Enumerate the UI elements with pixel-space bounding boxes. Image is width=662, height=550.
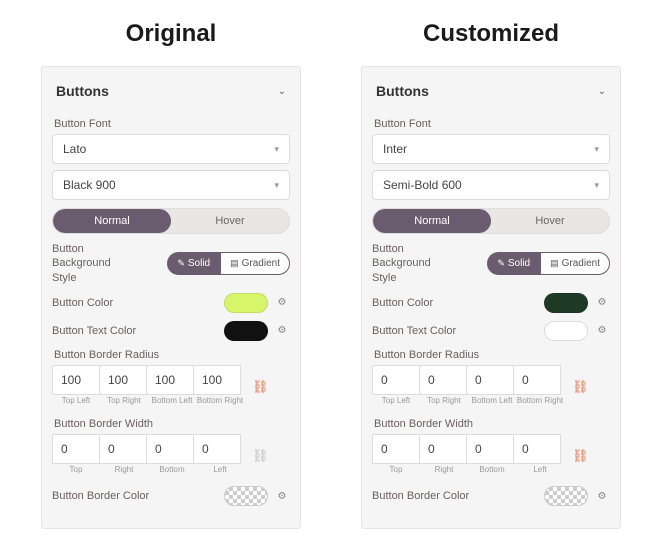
- width-bottom[interactable]: [466, 434, 514, 464]
- radius-inputs: [372, 365, 564, 395]
- customized-title: Customized: [361, 20, 621, 48]
- panel-title: Buttons: [376, 83, 429, 99]
- dropdown-arrow-icon: ▾: [274, 180, 279, 191]
- border-color-swatch[interactable]: [544, 486, 588, 506]
- bg-style-pills: ✎Solid ▤Gradient: [487, 252, 610, 275]
- text-color-label: Button Text Color: [52, 324, 136, 338]
- border-color-label: Button Border Color: [372, 489, 469, 503]
- unlink-icon[interactable]: ⛓: [252, 448, 269, 464]
- width-label: Button Border Width: [374, 418, 608, 430]
- customized-column: Customized Buttons ⌄ Button Font Inter ▾…: [361, 20, 621, 529]
- font-weight-select[interactable]: Semi-Bold 600 ▾: [372, 170, 610, 200]
- original-column: Original Buttons ⌄ Button Font Lato ▾ Bl…: [41, 20, 301, 529]
- width-top[interactable]: [52, 434, 100, 464]
- text-color-swatch[interactable]: [224, 321, 268, 341]
- width-inputs: [372, 434, 564, 464]
- width-inputs: [52, 434, 244, 464]
- font-family-value: Lato: [63, 142, 86, 156]
- button-color-label: Button Color: [372, 296, 433, 310]
- radius-br[interactable]: [513, 365, 561, 395]
- radius-tr[interactable]: [419, 365, 467, 395]
- width-bottom[interactable]: [146, 434, 194, 464]
- radius-tr[interactable]: [99, 365, 147, 395]
- width-left[interactable]: [193, 434, 241, 464]
- pencil-icon: ✎: [497, 258, 505, 269]
- dropdown-arrow-icon: ▾: [594, 180, 599, 191]
- gradient-icon: ▤: [550, 258, 559, 269]
- width-label: Button Border Width: [54, 418, 288, 430]
- bg-style-label: Button Background Style: [372, 242, 431, 285]
- link-icon[interactable]: ⛓: [572, 448, 589, 464]
- border-color-swatch[interactable]: [224, 486, 268, 506]
- panel-title: Buttons: [56, 83, 109, 99]
- radius-bl[interactable]: [466, 365, 514, 395]
- tab-hover[interactable]: Hover: [491, 209, 609, 233]
- chevron-down-icon: ⌄: [278, 86, 286, 97]
- radius-tl[interactable]: [372, 365, 420, 395]
- state-toggle: Normal Hover: [372, 208, 610, 234]
- tab-hover[interactable]: Hover: [171, 209, 289, 233]
- link-icon[interactable]: ⛓: [572, 379, 589, 395]
- gear-icon[interactable]: ⚙: [274, 488, 290, 504]
- radius-label: Button Border Radius: [54, 349, 288, 361]
- button-color-label: Button Color: [52, 296, 113, 310]
- width-right[interactable]: [419, 434, 467, 464]
- border-color-label: Button Border Color: [52, 489, 149, 503]
- state-toggle: Normal Hover: [52, 208, 290, 234]
- tab-normal[interactable]: Normal: [373, 209, 491, 233]
- link-icon[interactable]: ⛓: [252, 379, 269, 395]
- gear-icon[interactable]: ⚙: [594, 488, 610, 504]
- font-family-select[interactable]: Inter ▾: [372, 134, 610, 164]
- font-family-select[interactable]: Lato ▾: [52, 134, 290, 164]
- panel-header[interactable]: Buttons ⌄: [52, 77, 290, 110]
- gradient-icon: ▤: [230, 258, 239, 269]
- dropdown-arrow-icon: ▾: [274, 144, 279, 155]
- button-color-swatch[interactable]: [224, 293, 268, 313]
- tab-normal[interactable]: Normal: [53, 209, 171, 233]
- gear-icon[interactable]: ⚙: [594, 323, 610, 339]
- pill-solid[interactable]: ✎Solid: [487, 252, 540, 275]
- bg-style-pills: ✎Solid ▤Gradient: [167, 252, 290, 275]
- font-label: Button Font: [54, 118, 288, 130]
- text-color-swatch[interactable]: [544, 321, 588, 341]
- radius-br[interactable]: [193, 365, 241, 395]
- font-weight-value: Semi-Bold 600: [383, 178, 462, 192]
- font-family-value: Inter: [383, 142, 407, 156]
- radius-tl[interactable]: [52, 365, 100, 395]
- button-color-swatch[interactable]: [544, 293, 588, 313]
- gear-icon[interactable]: ⚙: [274, 295, 290, 311]
- text-color-label: Button Text Color: [372, 324, 456, 338]
- gear-icon[interactable]: ⚙: [274, 323, 290, 339]
- width-top[interactable]: [372, 434, 420, 464]
- font-weight-value: Black 900: [63, 178, 116, 192]
- radius-inputs: [52, 365, 244, 395]
- chevron-down-icon: ⌄: [598, 86, 606, 97]
- font-label: Button Font: [374, 118, 608, 130]
- radius-label: Button Border Radius: [374, 349, 608, 361]
- pill-solid[interactable]: ✎Solid: [167, 252, 220, 275]
- bg-style-label: Button Background Style: [52, 242, 111, 285]
- pill-gradient[interactable]: ▤Gradient: [220, 252, 290, 275]
- dropdown-arrow-icon: ▾: [594, 144, 599, 155]
- radius-bl[interactable]: [146, 365, 194, 395]
- width-left[interactable]: [513, 434, 561, 464]
- panel-header[interactable]: Buttons ⌄: [372, 77, 610, 110]
- font-weight-select[interactable]: Black 900 ▾: [52, 170, 290, 200]
- pencil-icon: ✎: [177, 258, 185, 269]
- gear-icon[interactable]: ⚙: [594, 295, 610, 311]
- original-title: Original: [41, 20, 301, 48]
- pill-gradient[interactable]: ▤Gradient: [540, 252, 610, 275]
- customized-panel: Buttons ⌄ Button Font Inter ▾ Semi-Bold …: [361, 66, 621, 529]
- width-right[interactable]: [99, 434, 147, 464]
- original-panel: Buttons ⌄ Button Font Lato ▾ Black 900 ▾…: [41, 66, 301, 529]
